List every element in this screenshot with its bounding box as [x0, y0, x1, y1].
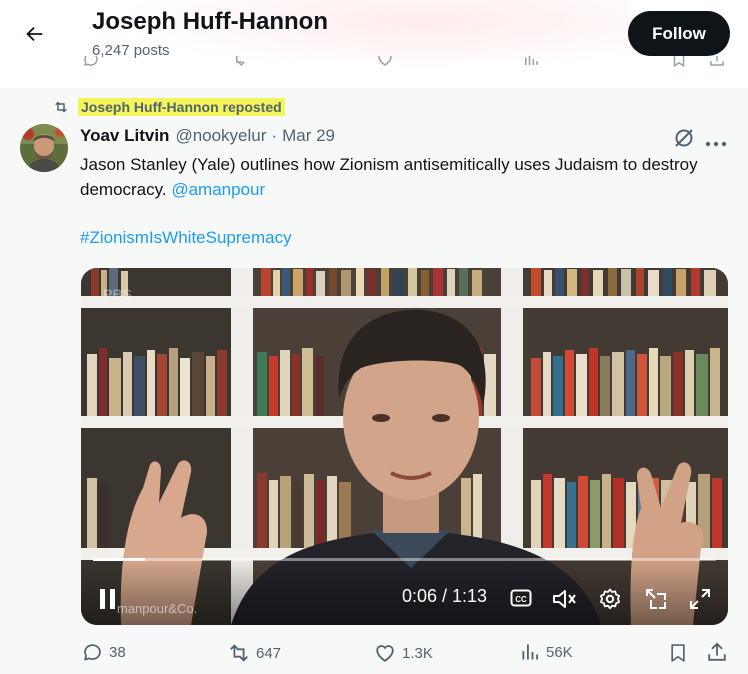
repost-icon	[55, 101, 67, 113]
fullscreen-icon	[690, 589, 710, 609]
like-icon	[376, 645, 394, 662]
bookmark-button[interactable]	[668, 642, 688, 664]
reply-icon	[84, 644, 101, 661]
bookmark-icon	[671, 644, 685, 662]
repost-label[interactable]: Joseph Huff-Hannon reposted	[78, 98, 285, 116]
reply-count: 38	[109, 644, 126, 661]
more-icon	[705, 141, 727, 147]
pip-icon	[646, 589, 666, 609]
author-handle[interactable]: @nookyelur	[175, 126, 266, 146]
profile-header: Joseph Huff-Hannon 6,247 posts Follow	[0, 0, 748, 88]
video-time: 0:06 / 1:13	[402, 586, 488, 606]
video-watermark: manpour&Co.	[117, 601, 198, 616]
post-date[interactable]: Mar 29	[282, 126, 335, 146]
captions-button[interactable]: CC	[509, 586, 533, 610]
settings-button[interactable]	[597, 586, 623, 612]
pause-button[interactable]	[95, 586, 121, 612]
like-button[interactable]: 1.3K	[374, 642, 433, 664]
follow-button[interactable]: Follow	[628, 11, 730, 56]
video-progress-bar[interactable]	[93, 558, 716, 561]
views-button[interactable]: 56K	[520, 642, 573, 662]
post-text: Jason Stanley (Yale) outlines how Zionis…	[80, 152, 730, 202]
separator: ·	[271, 126, 278, 145]
repost-button[interactable]: 647	[228, 642, 281, 664]
mute-icon	[553, 590, 576, 608]
author-row: Yoav Litvin @nookyelur · Mar 29	[80, 126, 335, 146]
fullscreen-button[interactable]	[687, 586, 713, 612]
repost-count: 647	[256, 644, 282, 662]
post-card[interactable]: Joseph Huff-Hannon reposted Yoav Litvin …	[0, 88, 748, 674]
repost-indicator: Joseph Huff-Hannon reposted	[52, 98, 285, 116]
back-arrow-icon	[26, 26, 43, 42]
mute-button[interactable]	[551, 586, 579, 612]
back-button[interactable]	[16, 16, 52, 52]
video-progress-fill	[93, 558, 145, 561]
avatar[interactable]	[20, 124, 68, 172]
views-icon	[522, 644, 538, 660]
profile-name: Joseph Huff-Hannon	[92, 8, 328, 35]
grok-icon	[675, 129, 693, 147]
pip-button[interactable]	[643, 586, 669, 612]
share-button[interactable]	[706, 641, 728, 663]
captions-icon: CC	[510, 589, 532, 607]
like-count: 1.3K	[402, 644, 433, 662]
pbs-watermark: PBS	[103, 286, 132, 302]
reply-button[interactable]: 38	[82, 642, 126, 663]
grok-button[interactable]	[672, 126, 696, 155]
pause-icon	[100, 589, 115, 609]
repost-icon	[230, 644, 248, 662]
post-action-bar: 38 647 1.3K 56K	[0, 640, 748, 668]
share-icon	[708, 642, 726, 661]
svg-text:CC: CC	[515, 595, 527, 604]
mention-link[interactable]: @amanpour	[171, 180, 265, 199]
video-frame	[81, 268, 728, 625]
settings-icon	[600, 588, 620, 610]
video-player[interactable]: PBS manpour&Co. 0:06 / 1:13 CC	[81, 268, 728, 625]
previous-post-actions	[80, 56, 730, 68]
more-button[interactable]	[705, 134, 727, 152]
author-name[interactable]: Yoav Litvin	[80, 126, 169, 146]
hashtag-link[interactable]: #ZionismIsWhiteSupremacy	[80, 228, 292, 248]
view-count: 56K	[546, 643, 573, 661]
